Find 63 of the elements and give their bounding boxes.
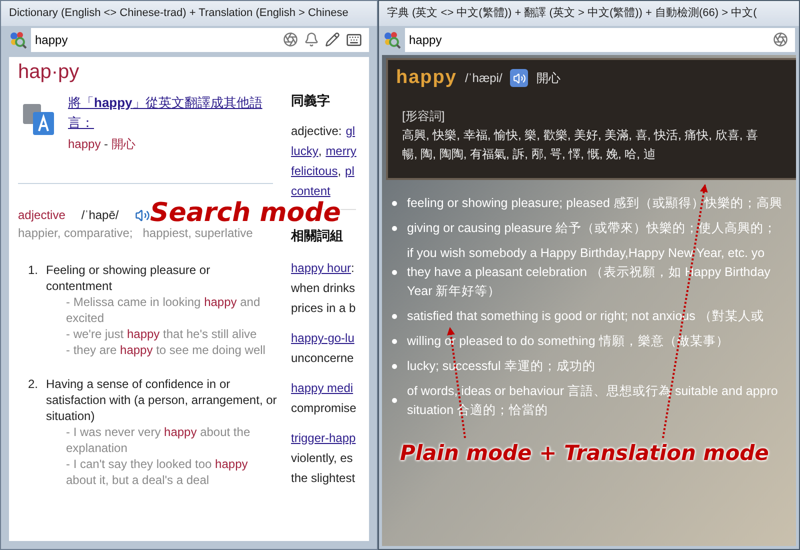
synonym-separator: , <box>318 143 322 160</box>
phrase-colon: : <box>351 260 354 277</box>
synonym-label: adjective: <box>291 123 342 140</box>
phrase-link[interactable]: happy-go-lu <box>291 328 354 348</box>
bullet-icon <box>392 364 397 368</box>
sense-text: satisfied that something is good or right; not anxious （對某人或 <box>407 308 764 325</box>
bullet-icon <box>392 398 397 403</box>
translate-link[interactable]: 將「happy」從英文翻譯成其他語言： <box>68 93 278 133</box>
pronunciation: /ˈhapē/ <box>81 207 119 224</box>
example-sentence: - we're just happy that he's still alive <box>66 326 258 342</box>
annotation-label: Plain mode + Translation mode <box>400 440 769 467</box>
app-logo-icon <box>9 30 27 48</box>
bullet-icon <box>392 338 397 344</box>
sense-text: lucky; successful 幸運的；成功的 <box>407 358 596 375</box>
definition-text: Feeling or showing pleasure or contentment <box>46 262 212 294</box>
window-title: Dictionary (English <> Chinese-trad) + Translation (English > Chinese <box>9 6 348 22</box>
synonym-link[interactable]: merry <box>326 141 356 161</box>
phrase-description: when drinks prices in a b <box>291 280 356 317</box>
phrase-link[interactable]: happy medi <box>291 378 354 398</box>
sense-text: if you wish somebody a Happy Birthday,Happy New Year, etc. yo they have a pleasant celebration （表示祝願，如 Happy Birthday Year 新年好等） <box>407 244 770 300</box>
synonym-link[interactable]: gl <box>346 121 356 141</box>
keyboard-icon[interactable] <box>346 32 362 48</box>
sense-text: of words, ideas or behaviour 言語、思想或行為 suitable and appro situation 合適的；恰當的 <box>407 382 778 418</box>
search-field[interactable]: happy <box>405 28 795 52</box>
headword: hap·py <box>18 60 80 85</box>
entry-pronunciation: /ˈhæpi/ <box>464 70 502 88</box>
definition-number: 1. <box>26 262 39 279</box>
entry-word: happy <box>396 66 457 90</box>
sense-text: giving or causing pleasure 給予（或帶來）快樂的；使人高興的； <box>407 220 777 237</box>
sense-text: feeling or showing pleasure; pleased 感到（或顯得）快樂的；高興 <box>407 194 782 212</box>
translation-result: happy - 開心 <box>68 136 136 153</box>
synonym-link[interactable]: lucky <box>291 141 318 161</box>
bullet-icon <box>392 270 397 274</box>
phrase-description: unconcerne <box>291 350 355 367</box>
example-sentence: - they are happy to see me doing well <box>66 342 266 358</box>
phrase-description: compromise <box>291 400 356 417</box>
synonyms-heading: 同義字 <box>291 92 331 110</box>
synonym-link[interactable]: pl <box>345 161 354 181</box>
synonym-separator: , <box>338 163 342 180</box>
translate-icon <box>22 103 56 137</box>
example-sentence: - I can't say they looked too happy about it, but a deal's a deal <box>66 456 249 488</box>
phrase-link[interactable]: trigger-happ <box>291 428 356 448</box>
related-heading: 相關詞組 <box>291 227 344 245</box>
word-forms: happier, comparative; happiest, superlative <box>18 225 254 242</box>
part-of-speech: [形容詞] <box>402 108 446 124</box>
synonym-link[interactable]: felicitous <box>291 161 338 181</box>
entry-translation: 開心 <box>536 70 560 88</box>
phrase-link[interactable]: happy hour <box>291 258 352 278</box>
pencil-icon[interactable] <box>325 32 340 47</box>
window-title: 字典 (英文 <> 中文(繁體)) + 翻譯 (英文 > 中文(繁體)) + 自動檢測(66) > 中文( <box>387 6 757 22</box>
speaker-icon[interactable] <box>510 69 528 88</box>
bullet-icon <box>392 226 397 230</box>
example-sentence: - I was never very happy about the explanation <box>66 424 252 456</box>
definition-number: 2. <box>26 376 39 393</box>
bullet-icon <box>392 200 397 206</box>
definition-text: Having a sense of confidence in or satisfaction with (a person, arrangement, or situation) <box>46 376 277 424</box>
synonym-list: 高興, 快樂, 幸福, 愉快, 樂, 歡樂, 美好, 美滿, 喜, 快活, 痛快, 欣喜, 喜 暢, 陶, 陶陶, 有福氣, 訴, 邴, 咢, 懌, 慨, 娩, 哈, 逌 <box>402 126 788 164</box>
search-field[interactable]: happy <box>31 28 369 52</box>
bell-icon[interactable] <box>304 32 319 47</box>
phrase-description: violently, es the slightest <box>291 450 356 487</box>
part-of-speech: adjective <box>18 207 66 224</box>
bullet-icon <box>392 314 397 318</box>
app-logo-icon <box>383 30 401 48</box>
